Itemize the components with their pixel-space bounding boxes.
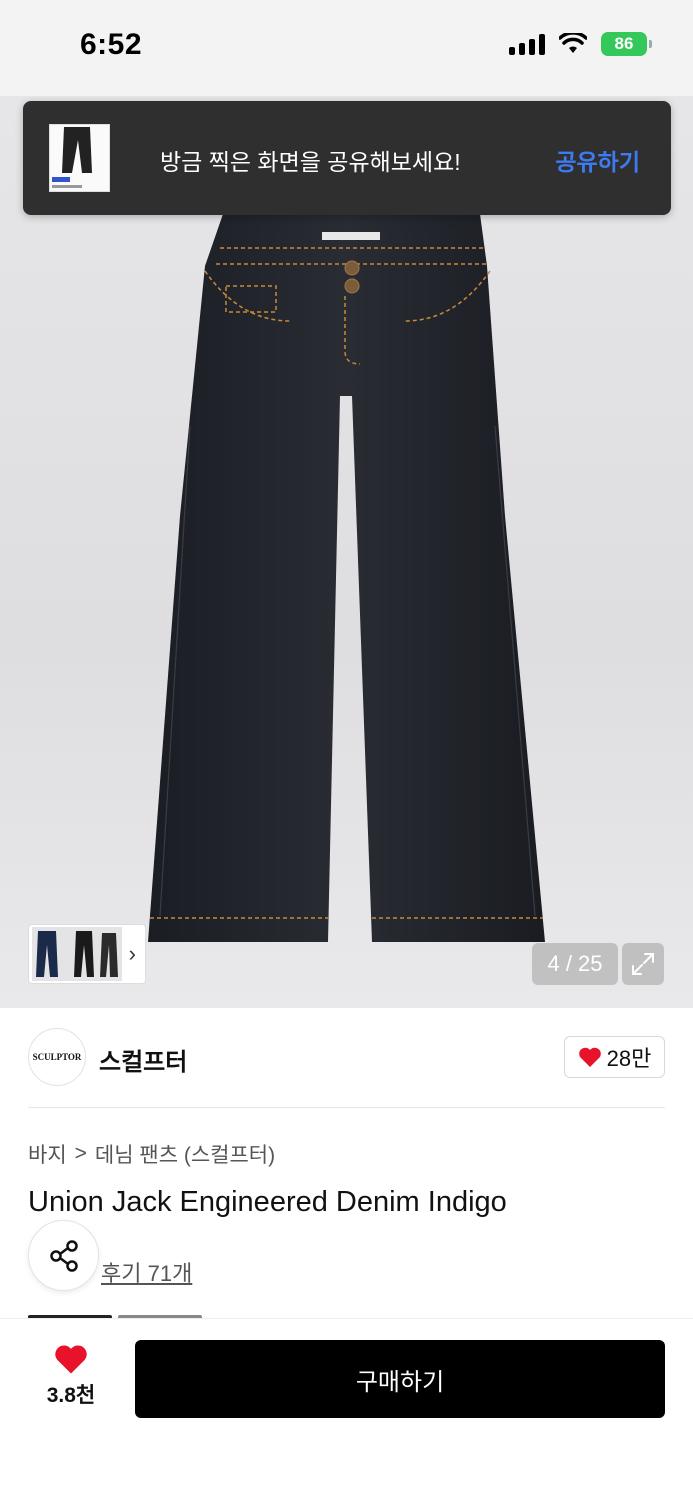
share-button[interactable] bbox=[28, 1220, 99, 1291]
expand-icon bbox=[632, 953, 654, 975]
divider bbox=[28, 1107, 665, 1108]
brand-row[interactable]: SCULPTOR 스컬프터 28만 bbox=[28, 1028, 665, 1088]
image-counter: 4 / 25 bbox=[532, 943, 618, 985]
breadcrumb-category[interactable]: 바지 bbox=[28, 1139, 67, 1169]
buy-button[interactable]: 구매하기 bbox=[135, 1340, 665, 1418]
wishlist-button[interactable]: 3.8천 bbox=[30, 1343, 112, 1413]
wifi-icon bbox=[559, 33, 587, 53]
gallery-thumbnails bbox=[32, 927, 122, 981]
heart-icon bbox=[55, 1345, 87, 1374]
status-icons: 86 bbox=[509, 32, 652, 56]
wishlist-count: 3.8천 bbox=[46, 1384, 96, 1407]
expand-button[interactable] bbox=[622, 943, 664, 985]
heart-icon bbox=[578, 1047, 601, 1067]
screenshot-thumbnail[interactable] bbox=[49, 124, 110, 192]
signal-icon bbox=[509, 33, 545, 55]
status-bar: 6:52 86 bbox=[0, 0, 693, 96]
gallery-thumbnail-strip[interactable]: › bbox=[28, 924, 146, 984]
brand-logo[interactable]: SCULPTOR bbox=[28, 1028, 86, 1086]
breadcrumb-separator: > bbox=[74, 1142, 87, 1165]
share-toast: 방금 찍은 화면을 공유해보세요! 공유하기 bbox=[23, 101, 671, 215]
breadcrumb-subcategory[interactable]: 데님 팬츠 (스컬프터) bbox=[95, 1139, 275, 1169]
review-link[interactable]: 후기 71개 bbox=[101, 1256, 192, 1288]
brand-name[interactable]: 스컬프터 bbox=[99, 1042, 187, 1077]
battery-icon: 86 bbox=[601, 32, 652, 56]
brand-like-button[interactable]: 28만 bbox=[564, 1036, 665, 1078]
product-title: Union Jack Engineered Denim Indigo bbox=[28, 1186, 507, 1218]
product-image[interactable] bbox=[0, 96, 693, 1008]
brand-like-count: 28만 bbox=[606, 1046, 652, 1071]
share-icon bbox=[49, 1239, 78, 1272]
breadcrumb: 바지 > 데님 팬츠 (스컬프터) bbox=[28, 1139, 275, 1169]
status-time: 6:52 bbox=[80, 28, 143, 61]
battery-level: 86 bbox=[614, 34, 634, 53]
share-action-button[interactable]: 공유하기 bbox=[555, 143, 640, 177]
chevron-right-icon[interactable]: › bbox=[129, 941, 136, 967]
jeans-illustration bbox=[148, 214, 545, 942]
toast-message: 방금 찍은 화면을 공유해보세요! bbox=[160, 149, 461, 175]
